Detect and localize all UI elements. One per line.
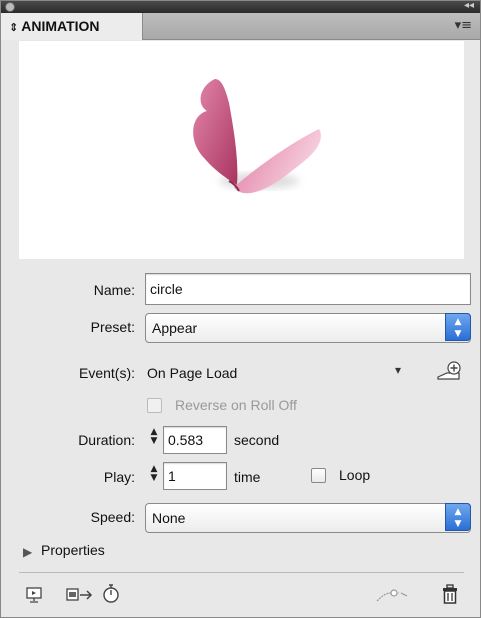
name-label: Name: xyxy=(93,282,135,298)
play-unit: time xyxy=(234,469,261,485)
panel-menu-icon[interactable]: ▾≡ xyxy=(455,18,472,33)
delete-icon[interactable] xyxy=(441,583,459,609)
events-dropdown-icon[interactable]: ▾ xyxy=(395,363,401,377)
reverse-on-roll-off-label: Reverse on Roll Off xyxy=(175,397,297,413)
loop-label: Loop xyxy=(339,467,371,483)
preset-label: Preset: xyxy=(90,319,135,335)
panel-titlebar: ◂◂ xyxy=(1,0,480,13)
duration-stepper-icon[interactable]: ▲ ▼ xyxy=(147,428,161,454)
properties-label[interactable]: Properties xyxy=(41,542,105,558)
events-label: Event(s): xyxy=(78,365,135,381)
speed-select-arrows-icon: ▲ ▼ xyxy=(445,503,471,531)
play-field[interactable]: 1 xyxy=(163,462,227,490)
collapse-panel-icon[interactable]: ◂◂ xyxy=(464,0,474,11)
timing-icon[interactable] xyxy=(101,582,121,608)
name-field[interactable]: circle xyxy=(145,273,471,305)
play-label: Play: xyxy=(103,469,135,485)
tab-label: ANIMATION xyxy=(21,18,100,34)
play-stepper-icon[interactable]: ▲ ▼ xyxy=(147,465,161,491)
animation-preview xyxy=(19,41,464,259)
panel-tabstrip: ⇕ ANIMATION ▾≡ xyxy=(1,13,480,40)
speed-select[interactable]: None ▲ ▼ xyxy=(145,503,471,533)
preset-select[interactable]: Appear ▲ ▼ xyxy=(145,313,471,343)
duration-label: Duration: xyxy=(78,432,135,448)
speed-value: None xyxy=(152,510,186,526)
add-event-icon[interactable] xyxy=(435,359,463,387)
close-panel-icon[interactable] xyxy=(5,2,15,12)
loop-checkbox[interactable] xyxy=(311,468,326,483)
reverse-on-roll-off-checkbox[interactable] xyxy=(147,398,162,413)
speed-label: Speed: xyxy=(90,509,135,525)
footer-divider xyxy=(19,572,464,573)
duration-field[interactable]: 0.583 xyxy=(163,426,227,454)
preset-select-arrows-icon: ▲ ▼ xyxy=(445,313,471,341)
preset-value: Appear xyxy=(152,320,198,336)
tab-animation[interactable]: ⇕ ANIMATION xyxy=(1,13,143,40)
tab-resize-arrows-icon: ⇕ xyxy=(9,21,19,34)
animation-panel: ◂◂ ⇕ ANIMATION ▾≡ Name: circle Preset: A… xyxy=(0,0,481,618)
events-value[interactable]: On Page Load xyxy=(147,365,237,381)
convert-to-motion-path-icon[interactable] xyxy=(65,586,95,608)
duration-unit: second xyxy=(234,432,280,448)
butterfly-preview-icon xyxy=(193,79,321,194)
properties-disclosure-icon[interactable]: ▶ xyxy=(23,545,32,559)
motion-path-icon[interactable] xyxy=(375,587,411,607)
preview-panel-icon[interactable] xyxy=(25,586,43,608)
